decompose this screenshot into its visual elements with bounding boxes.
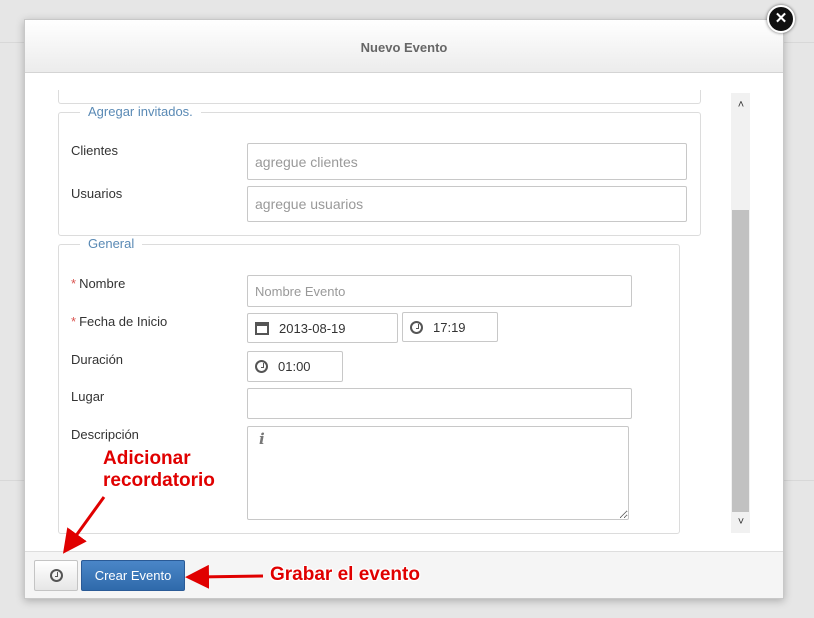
close-icon[interactable]: ✕ — [767, 5, 795, 33]
annotation-arrows — [62, 496, 264, 589]
save-arrow — [185, 564, 264, 589]
reminder-arrow — [62, 496, 106, 554]
